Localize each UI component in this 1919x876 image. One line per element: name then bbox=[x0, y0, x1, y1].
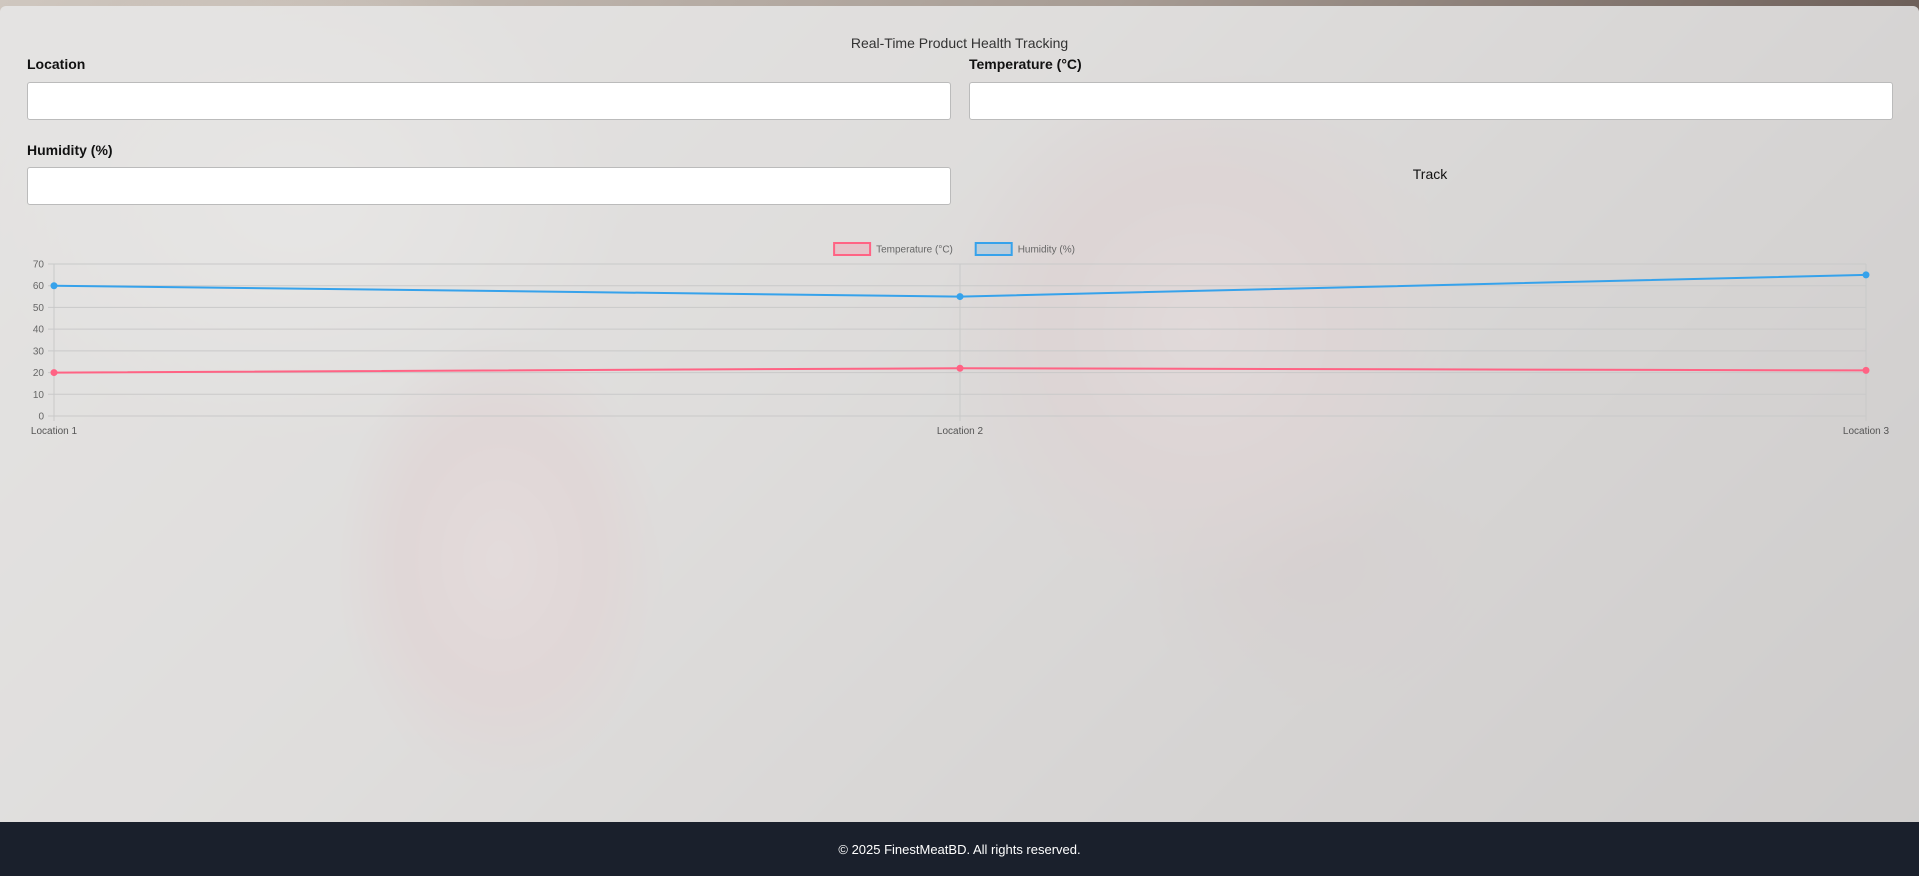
humidity-input[interactable] bbox=[27, 167, 951, 205]
temperature-input[interactable] bbox=[969, 82, 1893, 120]
y-tick-label: 40 bbox=[33, 325, 45, 336]
legend-label: Humidity (%) bbox=[1018, 245, 1075, 256]
track-button[interactable]: Track bbox=[1380, 162, 1480, 186]
data-point bbox=[1862, 271, 1870, 279]
data-point bbox=[956, 364, 964, 372]
y-tick-label: 10 bbox=[33, 390, 45, 401]
footer: © 2025 FinestMeatBD. All rights reserved… bbox=[0, 822, 1919, 876]
data-point bbox=[1862, 366, 1870, 374]
location-label: Location bbox=[27, 56, 86, 72]
y-tick-label: 50 bbox=[33, 303, 45, 314]
x-tick-label: Location 2 bbox=[937, 426, 984, 437]
footer-copyright: © 2025 FinestMeatBD. All rights reserved… bbox=[838, 841, 1081, 857]
data-point bbox=[50, 369, 58, 377]
line-chart: 0 10 20 30 40 50 60 70 Location 1 Location 2 Locat… bbox=[31, 242, 1890, 437]
x-tick-label: Location 3 bbox=[1843, 426, 1890, 437]
legend-label: Temperature (°C) bbox=[876, 245, 953, 256]
data-point bbox=[50, 282, 58, 290]
y-tick-label: 30 bbox=[33, 346, 45, 357]
x-tick-label: Location 1 bbox=[31, 426, 78, 437]
legend-swatch bbox=[833, 242, 872, 256]
y-tick-label: 70 bbox=[33, 260, 45, 271]
temperature-label: Temperature (°C) bbox=[969, 56, 1082, 72]
y-tick-label: 0 bbox=[38, 412, 44, 423]
y-tick-label: 60 bbox=[33, 281, 45, 292]
legend-swatch bbox=[974, 242, 1013, 256]
data-point bbox=[956, 293, 964, 301]
page-title: Real-Time Product Health Tracking bbox=[850, 35, 1069, 51]
y-tick-label: 20 bbox=[33, 368, 45, 379]
location-input[interactable] bbox=[27, 82, 951, 120]
humidity-label: Humidity (%) bbox=[27, 142, 113, 158]
